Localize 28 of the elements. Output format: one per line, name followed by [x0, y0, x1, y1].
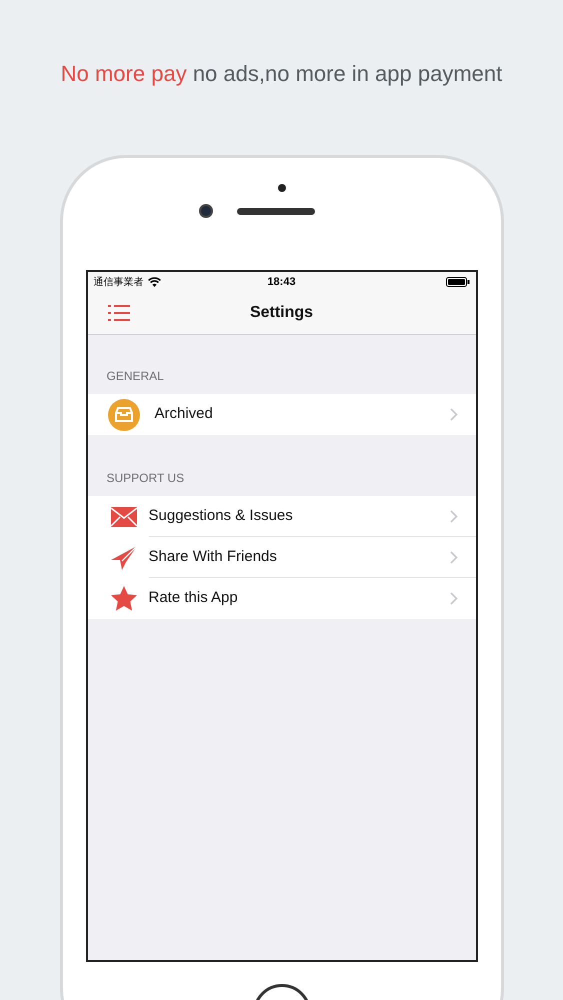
row-label: Share With Friends — [148, 546, 278, 567]
envelope-icon — [110, 506, 136, 526]
chevron-icon — [450, 592, 458, 605]
status-time: 18:43 — [267, 274, 296, 290]
menu-icon[interactable] — [108, 304, 130, 322]
camera-icon — [198, 204, 212, 218]
chevron-icon — [450, 510, 458, 522]
battery-icon — [446, 277, 470, 287]
row-label: Suggestions & Issues — [148, 506, 294, 526]
settings-row[interactable]: Archived — [88, 394, 476, 435]
speaker-icon — [236, 208, 314, 214]
headline: No more pay no ads,no more in app payment — [60, 60, 502, 88]
row-label: Rate this App — [148, 588, 239, 608]
carrier-name: 通信事業者 — [94, 276, 144, 290]
chevron-icon — [450, 550, 458, 564]
settings-row[interactable]: Suggestions & Issues — [88, 496, 476, 537]
settings-row[interactable]: Share With Friends — [88, 537, 476, 578]
sensor-icon — [278, 184, 286, 192]
archive-icon — [108, 398, 140, 430]
section-header: SUPPORT US — [106, 471, 184, 485]
paper-plane-icon — [110, 546, 136, 570]
chevron-icon — [450, 408, 458, 421]
row-label: Archived — [154, 404, 214, 424]
settings-row[interactable]: Rate this App — [88, 578, 476, 619]
star-icon — [110, 586, 136, 611]
section-header: GENERAL — [106, 369, 164, 383]
wifi-icon — [148, 277, 160, 287]
nav-title: Settings — [250, 303, 314, 323]
